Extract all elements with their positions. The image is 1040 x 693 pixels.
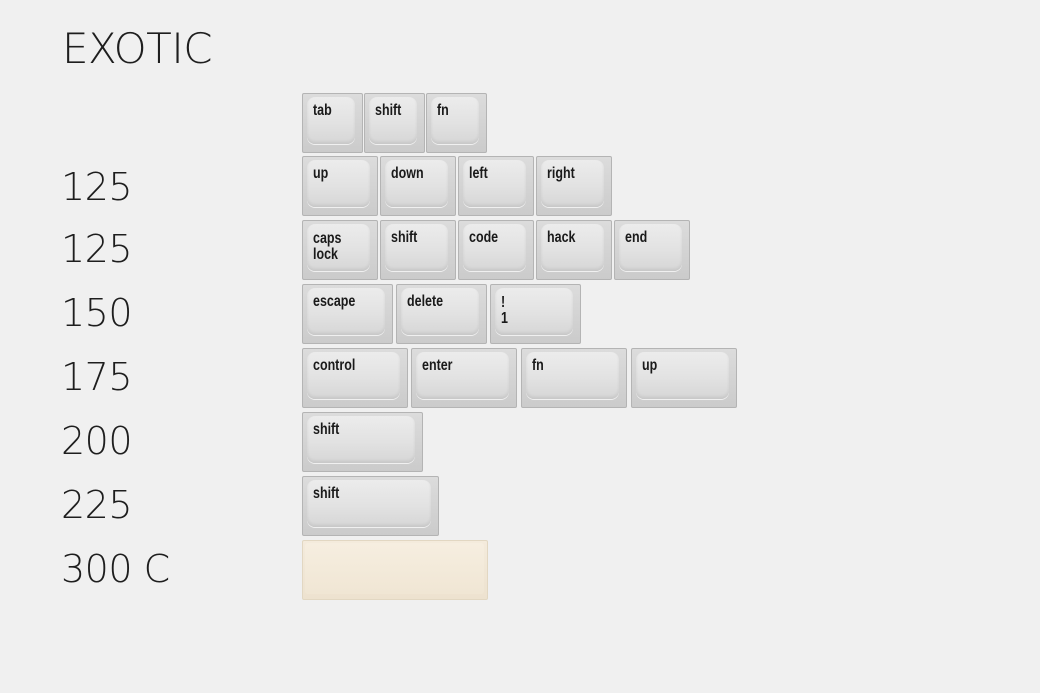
keycap-code: code [458,220,534,280]
keycap-left: left [458,156,534,216]
keycap-legend: shift [313,421,340,438]
row-label-2: 125 [61,227,133,271]
keycap-up: up [302,156,378,216]
keycap-down: down [380,156,456,216]
keycap-hack: hack [536,220,612,280]
keycap-enter: enter [411,348,517,408]
keycap-delete: delete [396,284,487,344]
keycap-shift: shift [380,220,456,280]
keycap-caps-lock: caps lock [302,220,378,280]
page-title: EXOTIC [62,24,213,73]
keycap-fn: fn [426,93,487,153]
keycap-legend: tab [313,102,332,119]
keycap-up: up [631,348,737,408]
keycap-legend: caps lock [313,230,342,263]
row-label-3: 150 [61,291,133,335]
spacebar-3u [302,540,488,600]
keycap-escape: escape [302,284,393,344]
row-label-5: 200 [61,419,133,463]
keycap-control: control [302,348,408,408]
keycap-legend: enter [422,357,453,374]
keycap-legend: hack [547,229,576,246]
keycap-legend: code [469,229,499,246]
keycap-legend: end [625,229,648,246]
keycap-legend: right [547,165,575,182]
keycap-legend: fn [437,102,449,119]
keycap-legend: shift [375,102,402,119]
keycap-shift: shift [364,93,425,153]
keycap-legend: down [391,165,424,182]
keycap-tab: tab [302,93,363,153]
keycap-legend: control [313,357,356,374]
keycap-legend: left [469,165,488,182]
keycap-shift-2u: shift [302,412,423,472]
row-label-4: 175 [61,355,133,399]
row-label-1: 125 [61,165,133,209]
keycap-legend: fn [532,357,544,374]
row-label-7: 300 C [61,547,170,591]
row-label-6: 225 [61,483,133,527]
keycap-legend: delete [407,293,444,310]
keycap-end: end [614,220,690,280]
keycap-legend: up [642,357,658,374]
keycap-legend: ! 1 [501,294,508,327]
keycap-right: right [536,156,612,216]
keycap-shift-2-25u: shift [302,476,439,536]
keycap-legend: escape [313,293,356,310]
keycap-legend: shift [313,485,340,502]
keycap-exclamation-1: ! 1 [490,284,581,344]
keycap-legend: shift [391,229,418,246]
keycap-fn: fn [521,348,627,408]
keycap-legend: up [313,165,329,182]
